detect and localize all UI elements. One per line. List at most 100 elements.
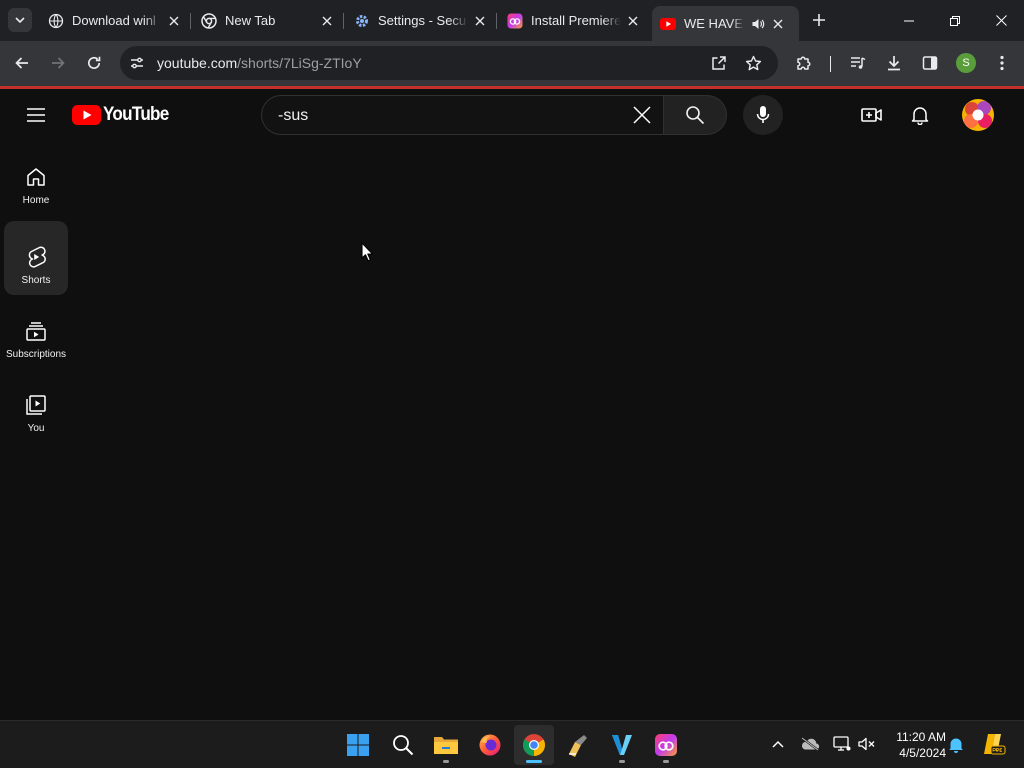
guide-item-home[interactable]: Home <box>4 141 68 215</box>
taskbar-search-button[interactable] <box>383 725 423 765</box>
tab-title: Settings - Secu <box>378 13 467 28</box>
youtube-logo-icon <box>72 105 101 125</box>
account-avatar[interactable] <box>962 99 994 131</box>
url-text[interactable]: youtube.com/shorts/7LiSg-ZTIoY <box>157 55 362 71</box>
new-tab-button[interactable] <box>808 9 830 31</box>
tray-notifications[interactable] <box>945 733 967 755</box>
more-vertical-icon <box>1000 55 1004 71</box>
close-icon <box>633 106 651 124</box>
guide-item-shorts[interactable]: Shorts <box>4 221 68 295</box>
chrome-menu-button[interactable] <box>988 49 1016 77</box>
tab-separator <box>190 13 191 29</box>
guide-label: You <box>27 423 45 434</box>
bell-icon <box>911 107 929 125</box>
browser-toolbar: youtube.com/shorts/7LiSg-ZTIoY S <box>0 41 1024 86</box>
plus-icon <box>813 14 825 26</box>
chrome-icon <box>523 734 545 756</box>
account-avatar-image <box>962 99 994 131</box>
taskbar-app-paint[interactable] <box>558 725 598 765</box>
tab-install-premiere[interactable]: Install Premiere <box>499 6 649 35</box>
search-input[interactable] <box>278 105 618 127</box>
tray-onedrive[interactable] <box>799 733 821 755</box>
youtube-icon <box>660 16 676 32</box>
chrome-icon <box>201 12 217 29</box>
tab-title: Download winl <box>72 13 156 28</box>
side-panel-button[interactable] <box>916 49 944 77</box>
extensions-button[interactable] <box>790 49 818 77</box>
taskbar-clock[interactable]: 11:20 AM 4/5/2024 <box>884 729 946 761</box>
hamburger-menu-icon <box>27 108 45 122</box>
address-bar[interactable]: youtube.com/shorts/7LiSg-ZTIoY <box>120 46 778 80</box>
search-button[interactable] <box>663 95 727 135</box>
close-icon[interactable] <box>472 13 488 29</box>
running-indicator <box>663 760 669 763</box>
search-icon <box>393 735 414 756</box>
subscriptions-icon <box>24 319 48 343</box>
start-button[interactable] <box>338 725 378 765</box>
guide-menu-button[interactable] <box>18 97 54 133</box>
close-icon[interactable] <box>625 13 641 29</box>
guide-item-you[interactable]: You <box>4 369 68 443</box>
bookmark-star-icon[interactable] <box>744 54 762 72</box>
minimize-button[interactable] <box>886 0 932 41</box>
reload-icon <box>88 56 101 69</box>
video-camera-plus-icon <box>861 108 882 122</box>
taskbar-chrome[interactable] <box>514 725 554 765</box>
create-button[interactable] <box>854 97 890 133</box>
download-icon <box>888 56 900 71</box>
notifications-button[interactable] <box>902 97 938 133</box>
guide-label: Shorts <box>21 275 51 286</box>
voice-search-button[interactable] <box>743 95 783 135</box>
notification-bell-icon <box>949 738 963 753</box>
restore-icon <box>950 15 960 26</box>
tab-title: New Tab <box>225 13 276 28</box>
taskbar-firefox[interactable] <box>470 725 510 765</box>
paint-brush-icon <box>569 735 587 757</box>
folder-icon <box>434 737 458 754</box>
profile-button[interactable]: S <box>952 49 980 77</box>
back-button[interactable] <box>8 49 36 77</box>
tab-settings[interactable]: Settings - Secu <box>346 6 496 35</box>
open-in-app-icon[interactable] <box>710 54 728 72</box>
media-controls-button[interactable] <box>844 49 872 77</box>
tab-youtube-active[interactable]: WE HAVE TO <box>652 6 799 41</box>
toolbar-divider <box>830 56 831 72</box>
globe-icon <box>48 13 64 29</box>
tab-title: WE HAVE TO <box>684 16 744 31</box>
tray-copilot[interactable] <box>978 733 1008 755</box>
restore-button[interactable] <box>932 0 978 41</box>
guide-label: Home <box>22 195 50 206</box>
guide-item-subscriptions[interactable]: Subscriptions <box>4 295 68 369</box>
youtube-logo[interactable]: YouTube <box>72 104 176 126</box>
side-panel-icon <box>922 56 938 70</box>
mouse-cursor-icon <box>361 242 374 262</box>
chevron-up-icon <box>772 740 784 748</box>
clock-time: 11:20 AM <box>896 730 946 744</box>
tab-download[interactable]: Download winl <box>40 6 190 35</box>
speaker-icon[interactable] <box>750 16 766 32</box>
taskbar-app-filmora[interactable] <box>602 725 642 765</box>
tray-volume[interactable] <box>856 733 878 755</box>
taskbar-creative-cloud[interactable] <box>646 725 686 765</box>
guide-label: Subscriptions <box>5 349 67 360</box>
tab-title: Install Premiere <box>531 13 621 28</box>
tab-search-button[interactable] <box>8 8 32 32</box>
clear-search-button[interactable] <box>625 98 659 132</box>
forward-button[interactable] <box>44 49 72 77</box>
close-icon[interactable] <box>770 16 786 32</box>
arrow-left-icon <box>15 57 28 69</box>
volume-muted-icon <box>858 737 875 751</box>
profile-initial: S <box>962 57 970 69</box>
shorts-icon <box>24 245 48 269</box>
tray-network[interactable] <box>831 733 853 755</box>
youtube-masthead: YouTube <box>0 89 1024 141</box>
site-info-icon[interactable] <box>128 54 146 72</box>
taskbar-file-explorer[interactable] <box>426 725 466 765</box>
reload-button[interactable] <box>80 49 108 77</box>
close-window-button[interactable] <box>978 0 1024 41</box>
show-hidden-icons-button[interactable] <box>767 733 789 755</box>
close-icon[interactable] <box>319 13 335 29</box>
tab-new-tab[interactable]: New Tab <box>193 6 343 35</box>
close-icon[interactable] <box>166 13 182 29</box>
downloads-button[interactable] <box>880 49 908 77</box>
